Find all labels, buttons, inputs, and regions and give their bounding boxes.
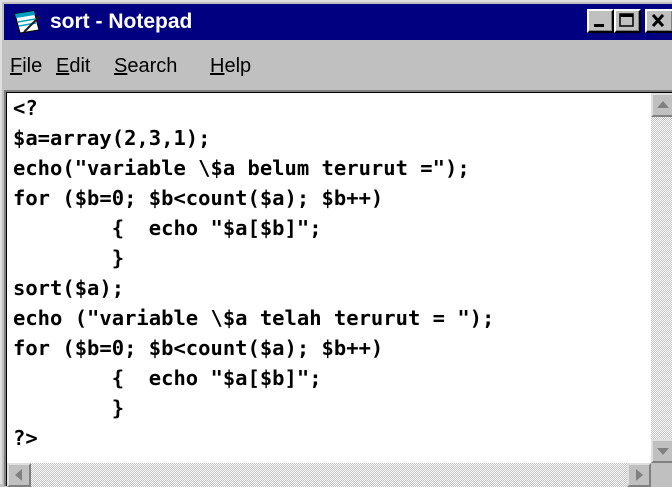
menu-file[interactable]: File bbox=[10, 54, 42, 78]
vertical-scrollbar[interactable] bbox=[651, 93, 672, 463]
text-editor[interactable]: <? $a=array(2,3,1); echo("variable \$a b… bbox=[4, 90, 672, 487]
scroll-right-arrow-icon bbox=[636, 469, 643, 481]
window-title: sort - Notepad bbox=[50, 10, 193, 33]
menu-bar: File Edit Search Help bbox=[4, 42, 672, 88]
close-icon bbox=[651, 13, 665, 28]
code-line: { echo "$a[$b]"; bbox=[13, 366, 322, 390]
code-line: { echo "$a[$b]"; bbox=[13, 216, 322, 240]
scroll-up-button[interactable] bbox=[651, 93, 672, 117]
notepad-icon[interactable] bbox=[12, 10, 42, 34]
scroll-down-arrow-icon bbox=[657, 448, 669, 455]
code-line: <? bbox=[13, 96, 38, 120]
code-line: ?> bbox=[13, 426, 38, 450]
maximize-icon bbox=[619, 13, 634, 27]
code-line: for ($b=0; $b<count($a); $b++) bbox=[13, 186, 384, 210]
code-line: for ($b=0; $b<count($a); $b++) bbox=[13, 336, 384, 360]
size-grip[interactable] bbox=[651, 463, 672, 487]
menu-search[interactable]: Search bbox=[114, 54, 177, 78]
menu-edit[interactable]: Edit bbox=[56, 54, 90, 78]
scroll-left-arrow-icon bbox=[15, 469, 22, 481]
horizontal-scrollbar[interactable] bbox=[7, 463, 651, 487]
scroll-down-button[interactable] bbox=[651, 439, 672, 463]
scroll-left-button[interactable] bbox=[7, 463, 31, 487]
scroll-right-button[interactable] bbox=[627, 463, 651, 487]
title-bar[interactable]: sort - Notepad bbox=[4, 4, 672, 40]
code-line: echo ("variable \$a telah terurut = "); bbox=[13, 306, 495, 330]
minimize-button[interactable] bbox=[587, 9, 614, 33]
code-line: sort($a); bbox=[13, 276, 125, 300]
minimize-icon bbox=[594, 24, 604, 27]
editor-content[interactable]: <? $a=array(2,3,1); echo("variable \$a b… bbox=[6, 92, 672, 487]
code-line: } bbox=[13, 396, 125, 420]
notepad-window: sort - Notepad File Edit Search Help <? bbox=[0, 0, 672, 487]
close-button[interactable] bbox=[645, 9, 672, 33]
maximize-button[interactable] bbox=[614, 9, 641, 33]
scroll-up-arrow-icon bbox=[657, 101, 669, 108]
code-line: } bbox=[13, 246, 125, 270]
menu-help[interactable]: Help bbox=[210, 54, 251, 78]
code-line: $a=array(2,3,1); bbox=[13, 126, 211, 150]
code-line: echo("variable \$a belum terurut ="); bbox=[13, 156, 470, 180]
